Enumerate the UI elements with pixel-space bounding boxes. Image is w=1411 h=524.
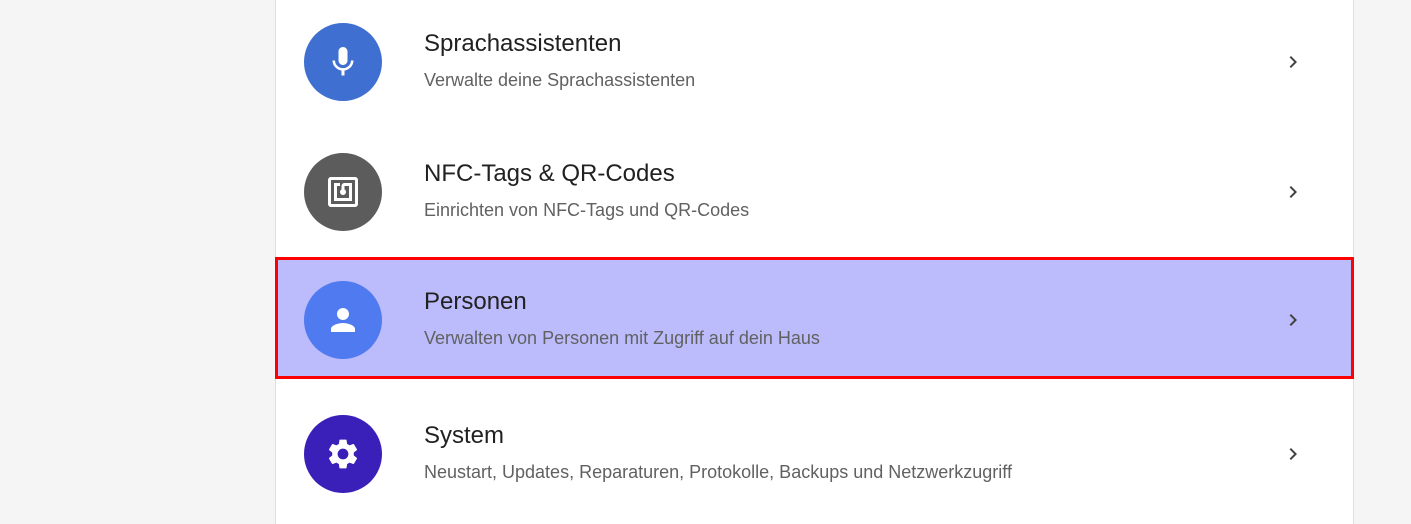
menu-item-subtitle: Verwalten von Personen mit Zugriff auf d…: [424, 328, 820, 348]
chevron-right-icon: [1281, 308, 1305, 332]
menu-item-subtitle: Einrichten von NFC-Tags und QR-Codes: [424, 200, 750, 220]
chevron-right-icon: [1281, 442, 1305, 466]
menu-item-system[interactable]: System Neustart, Updates, Reparaturen, P…: [276, 392, 1353, 512]
menu-item-sprachassistenten[interactable]: Sprachassistenten Verwalte deine Spracha…: [276, 0, 1353, 120]
gear-icon: [304, 415, 382, 493]
menu-item-title: Sprachassistenten: [424, 30, 622, 57]
chevron-right-icon: [1281, 50, 1305, 74]
person-icon: [304, 281, 382, 359]
page: Sprachassistenten Verwalte deine Spracha…: [0, 0, 1411, 524]
nfc-icon: [304, 153, 382, 231]
settings-card: Sprachassistenten Verwalte deine Spracha…: [275, 0, 1354, 524]
menu-item-subtitle: Verwalte deine Sprachassistenten: [424, 70, 696, 90]
menu-item-subtitle: Neustart, Updates, Reparaturen, Protokol…: [424, 462, 1012, 482]
menu-item-personen[interactable]: Personen Verwalten von Personen mit Zugr…: [275, 257, 1354, 379]
menu-item-title: Personen: [424, 288, 527, 315]
microphone-icon: [304, 23, 382, 101]
menu-item-title: System: [424, 422, 505, 449]
menu-item-title: NFC-Tags & QR-Codes: [424, 160, 675, 187]
menu-item-nfc-tags[interactable]: NFC-Tags & QR-Codes Einrichten von NFC-T…: [276, 130, 1353, 250]
chevron-right-icon: [1281, 180, 1305, 204]
